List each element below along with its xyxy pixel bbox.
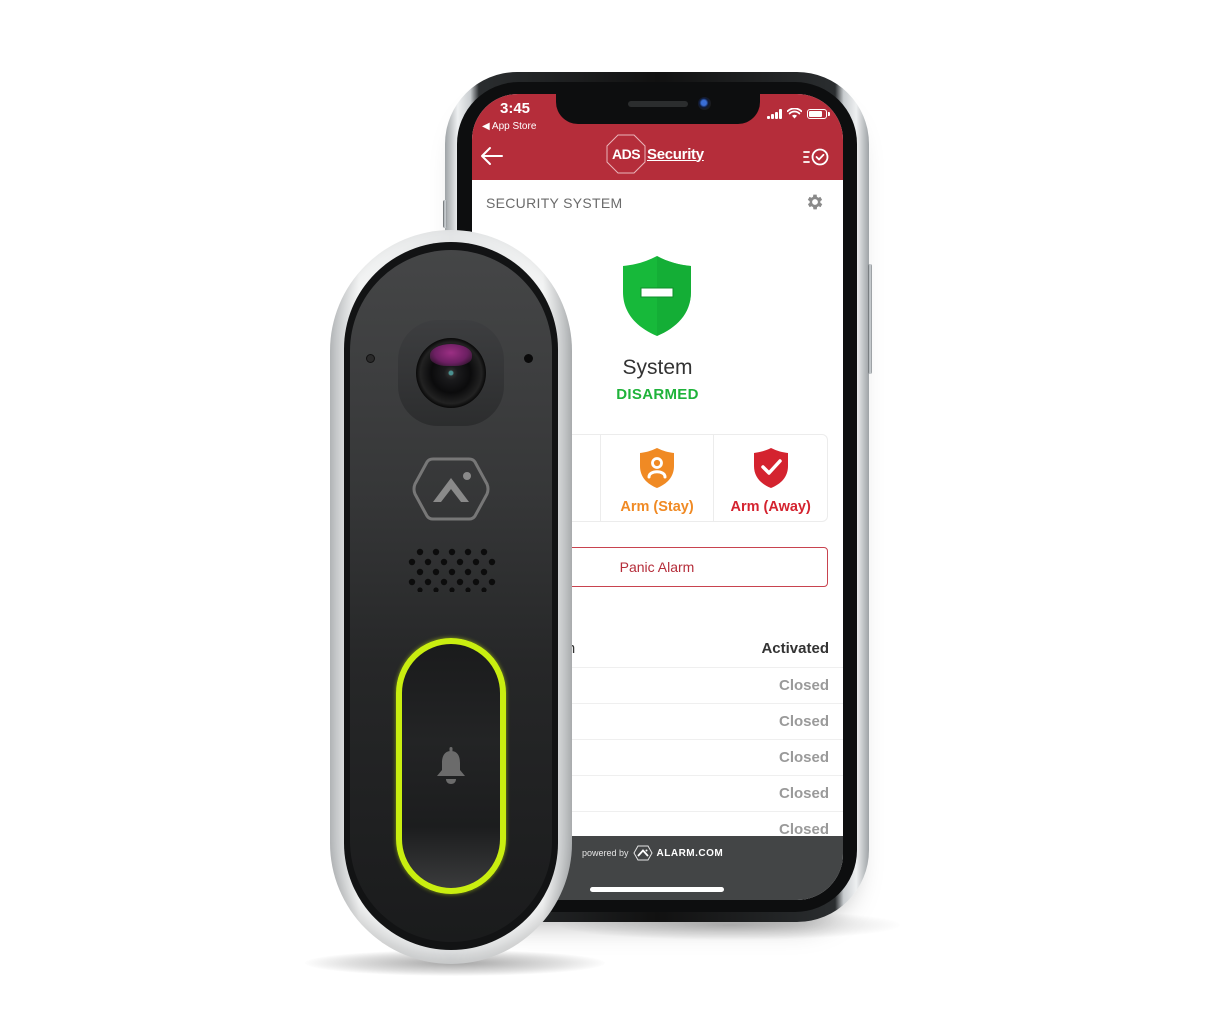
speaker-grille — [408, 548, 496, 592]
gear-icon[interactable] — [805, 192, 825, 212]
ads-security-logo: ADS Security — [606, 134, 704, 174]
ir-sensor — [524, 354, 533, 363]
section-title: SECURITY SYSTEM — [486, 195, 623, 211]
phone-notch — [556, 94, 760, 124]
video-doorbell — [330, 230, 572, 964]
home-indicator[interactable] — [590, 887, 724, 892]
app-header: 3:45 ◀ App Store ADS Security — [472, 94, 843, 180]
camera-lens-icon — [416, 338, 486, 408]
earpiece-speaker — [628, 101, 688, 107]
doorbell-face — [350, 250, 552, 942]
shield-check-icon — [753, 448, 788, 488]
sensor-status: Closed — [778, 677, 829, 694]
alarm-com-brand: ALARM.COM — [656, 847, 724, 859]
bell-icon — [437, 747, 465, 784]
front-camera — [698, 97, 711, 110]
alarm-com-logo-icon — [412, 457, 490, 521]
arm-stay-label: Arm (Stay) — [620, 499, 694, 515]
back-to-app-store[interactable]: ◀ App Store — [482, 121, 536, 132]
light-sensor — [366, 354, 375, 363]
sensor-status: Activated — [761, 640, 829, 657]
sensor-status: Closed — [778, 713, 829, 730]
octagon-logo-icon: ADS — [606, 134, 646, 174]
brand-ads: ADS — [611, 146, 641, 162]
arm-away-label: Arm (Away) — [730, 499, 811, 515]
doorbell-camera-housing — [398, 320, 504, 426]
arm-option-stay[interactable]: Arm (Stay) — [601, 435, 715, 521]
sensor-status: Closed — [778, 785, 829, 802]
wifi-icon — [787, 108, 802, 119]
arm-option-away[interactable]: Arm (Away) — [714, 435, 827, 521]
signal-icon — [767, 108, 782, 119]
powered-by-alarm-com: powered by ALARM.COM — [582, 845, 723, 861]
status-time: 3:45 — [500, 100, 531, 117]
phone-mute-switch — [443, 200, 447, 228]
shield-person-icon — [640, 448, 674, 488]
doorbell-button[interactable] — [396, 638, 506, 894]
checklist-icon[interactable] — [803, 147, 829, 167]
powered-by-text: powered by — [582, 848, 629, 858]
brand-security: Security — [647, 145, 704, 163]
sensor-status: Closed — [778, 749, 829, 766]
status-icons — [767, 108, 830, 119]
battery-icon — [807, 108, 830, 119]
shield-minus-icon — [623, 256, 691, 336]
arrow-left-icon[interactable] — [480, 146, 504, 166]
phone-side-button — [868, 264, 872, 374]
alarm-com-logo-icon — [632, 845, 653, 861]
